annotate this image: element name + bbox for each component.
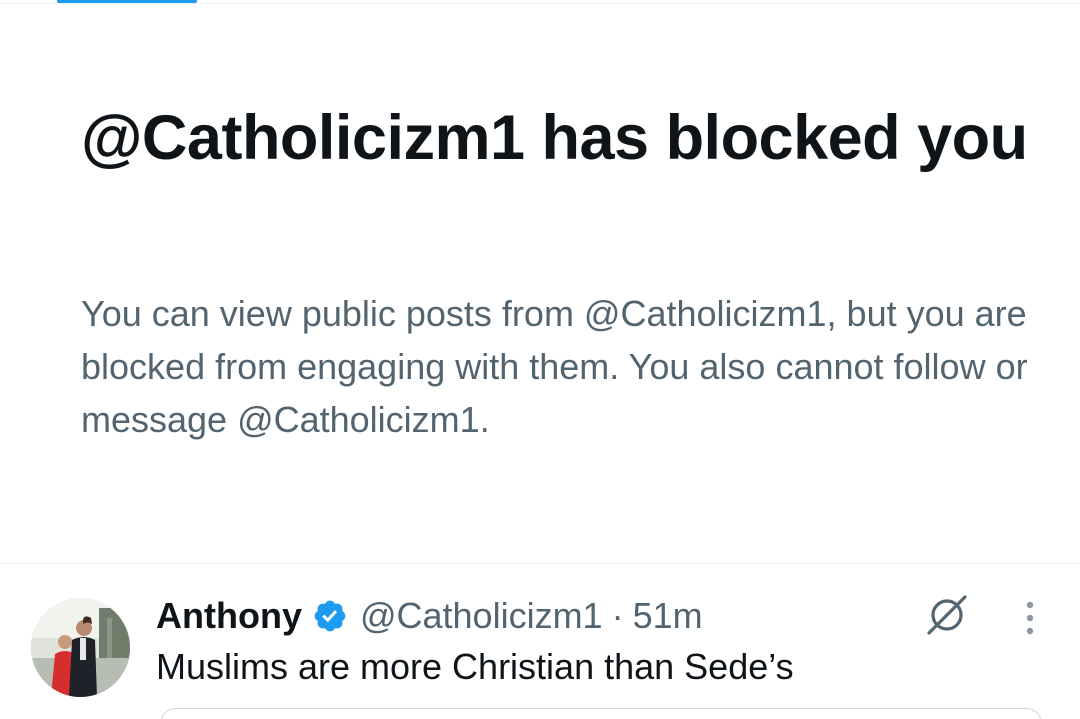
post-header: Anthony @Catholicizm1 · 51m: [156, 590, 703, 642]
section-divider: [0, 563, 1080, 564]
more-options-button[interactable]: [1012, 596, 1048, 640]
author-handle[interactable]: @Catholicizm1: [360, 595, 603, 637]
author-name[interactable]: Anthony: [156, 595, 302, 637]
top-divider: [0, 3, 1080, 4]
avatar-photo-icon: [31, 598, 130, 697]
grok-icon: [927, 595, 967, 635]
post-timestamp[interactable]: 51m: [633, 595, 703, 637]
post-text[interactable]: Muslims are more Christian than Sede’s: [156, 643, 794, 691]
blocked-title: @Catholicizm1 has blocked you: [81, 103, 1028, 173]
blocked-description: You can view public posts from @Catholic…: [81, 293, 1028, 440]
separator-dot: ·: [611, 595, 624, 636]
verified-badge-icon: [314, 600, 346, 632]
grok-button[interactable]: [923, 591, 971, 639]
more-vertical-icon: [1026, 601, 1034, 635]
quoted-post-card[interactable]: [160, 708, 1042, 719]
blocked-profile-page: @Catholicizm1 has blocked you You can vi…: [0, 0, 1080, 719]
avatar[interactable]: [31, 598, 130, 697]
